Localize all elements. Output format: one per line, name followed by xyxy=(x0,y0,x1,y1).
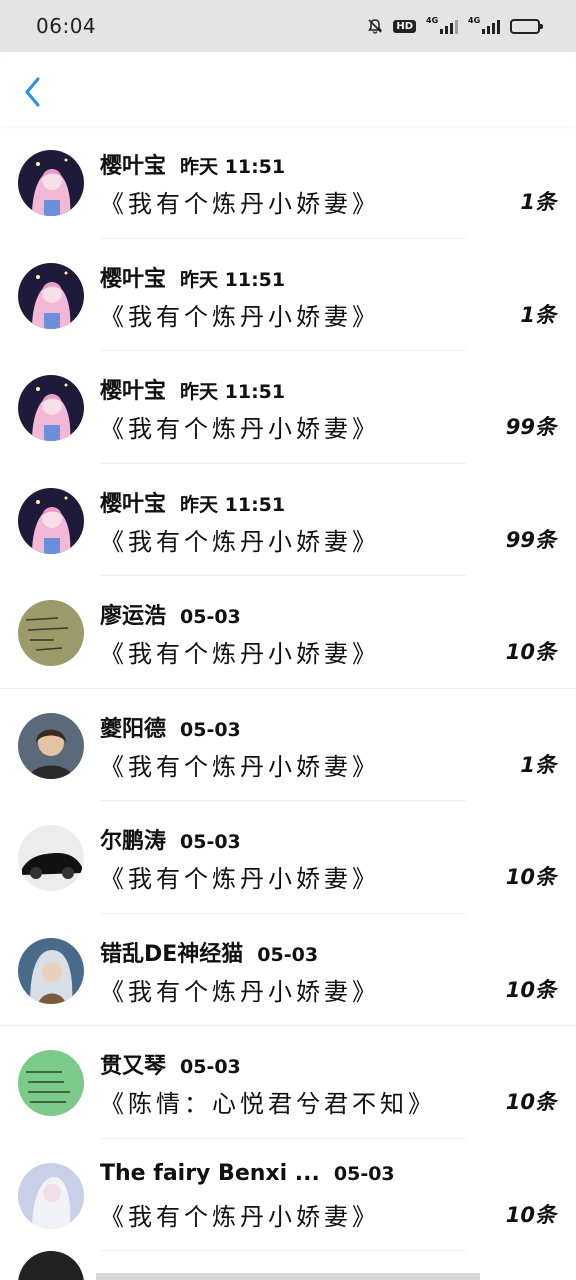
sender-name: 夔阳德 xyxy=(100,716,167,742)
item-header: 樱叶宝 昨天 11:51 xyxy=(100,373,285,405)
message-time: 昨天 11:51 xyxy=(180,493,286,516)
message-preview: 《陈情：心悦君兮君不知》 xyxy=(100,1090,436,1118)
item-header: 错乱DE神经猫 05-03 xyxy=(100,936,318,968)
message-time: 05-03 xyxy=(180,831,241,853)
status-time: 06:04 xyxy=(36,14,97,38)
avatar[interactable] xyxy=(18,825,84,891)
item-header: The fairy Benxi ... 05-03 xyxy=(100,1161,395,1186)
list-item[interactable]: 樱叶宝 昨天 11:51 《我有个炼丹小娇妻》 1条 xyxy=(0,126,576,239)
message-time: 05-03 xyxy=(180,1056,241,1078)
list-item[interactable]: 贯又琴 05-03 《陈情：心悦君兮君不知》 10条 xyxy=(0,1026,576,1139)
message-count: 1条 xyxy=(520,752,556,777)
avatar[interactable] xyxy=(18,150,84,216)
mute-bell-icon xyxy=(367,18,383,34)
list-item[interactable]: 樱叶宝 昨天 11:51 《我有个炼丹小娇妻》 99条 xyxy=(0,464,576,576)
message-preview: 《我有个炼丹小娇妻》 xyxy=(100,527,380,556)
sender-name: 樱叶宝 xyxy=(100,491,167,517)
message-preview: 《我有个炼丹小娇妻》 xyxy=(100,640,380,668)
sender-name: 樱叶宝 xyxy=(100,154,167,179)
hd-voice-icon: HD xyxy=(393,19,416,33)
list-item[interactable]: 樱叶宝 昨天 11:51 《我有个炼丹小娇妻》 99条 xyxy=(0,351,576,464)
sender-name: 樱叶宝 xyxy=(100,379,167,404)
item-header: 廖运浩 05-03 xyxy=(100,598,241,630)
list-item[interactable]: The fairy Benxi ... 05-03 《我有个炼丹小娇妻》 10条 xyxy=(0,1139,576,1251)
message-time: 05-03 xyxy=(180,718,241,741)
chevron-left-icon xyxy=(25,77,40,107)
message-time: 05-03 xyxy=(257,943,319,966)
back-button[interactable] xyxy=(18,72,48,112)
message-count: 10条 xyxy=(505,865,556,889)
message-time: 05-03 xyxy=(333,1162,395,1185)
sender-name: 廖运浩 xyxy=(100,604,167,629)
message-count: 99条 xyxy=(505,527,556,552)
message-list: 樱叶宝 昨天 11:51 《我有个炼丹小娇妻》 1条 樱叶宝 昨天 11:51 … xyxy=(0,126,576,1251)
message-count: 10条 xyxy=(505,1202,556,1227)
signal-label-2: 4G xyxy=(468,16,481,25)
avatar[interactable] xyxy=(18,1050,84,1116)
message-preview: 《我有个炼丹小娇妻》 xyxy=(100,977,380,1006)
message-count: 1条 xyxy=(520,190,556,214)
battery-icon xyxy=(510,18,543,34)
message-preview: 《我有个炼丹小娇妻》 xyxy=(100,752,380,781)
message-preview: 《我有个炼丹小娇妻》 xyxy=(100,302,380,331)
message-time: 昨天 11:51 xyxy=(180,268,286,291)
signal-label-1: 4G xyxy=(426,16,439,25)
message-time: 昨天 11:51 xyxy=(180,381,286,403)
avatar[interactable] xyxy=(18,712,84,779)
avatar[interactable] xyxy=(18,375,84,441)
list-item[interactable]: 樱叶宝 昨天 11:51 《我有个炼丹小娇妻》 1条 xyxy=(0,239,576,351)
sender-name: 尔鹏涛 xyxy=(100,829,167,854)
list-item[interactable]: 错乱DE神经猫 05-03 《我有个炼丹小娇妻》 10条 xyxy=(0,914,576,1026)
message-preview: 《我有个炼丹小娇妻》 xyxy=(100,415,380,443)
item-header: 樱叶宝 昨天 11:51 xyxy=(100,148,285,180)
list-item[interactable]: 夔阳德 05-03 《我有个炼丹小娇妻》 1条 xyxy=(0,689,576,801)
status-icons: HD 4G 4G xyxy=(367,16,543,34)
message-count: 10条 xyxy=(505,640,556,664)
signal-icon-1: 4G xyxy=(426,16,458,34)
message-count: 99条 xyxy=(505,415,556,439)
message-preview: 《我有个炼丹小娇妻》 xyxy=(100,865,380,893)
message-time: 05-03 xyxy=(180,606,241,628)
list-item[interactable]: 尔鹏涛 05-03 《我有个炼丹小娇妻》 10条 xyxy=(0,801,576,914)
sender-name: The fairy Benxi ... xyxy=(100,1160,320,1186)
sender-name: 错乱DE神经猫 xyxy=(100,941,244,967)
item-header: 尔鹏涛 05-03 xyxy=(100,823,241,855)
item-header: 樱叶宝 昨天 11:51 xyxy=(100,486,285,518)
status-bar: 06:04 HD 4G 4G xyxy=(0,0,576,52)
sender-name: 樱叶宝 xyxy=(100,266,167,292)
signal-icon-2: 4G xyxy=(468,16,500,34)
message-count: 10条 xyxy=(505,1090,556,1114)
next-list-item-partial xyxy=(0,1251,576,1280)
item-header: 夔阳德 05-03 xyxy=(100,711,241,743)
message-preview: 《我有个炼丹小娇妻》 xyxy=(100,1202,380,1231)
message-count: 1条 xyxy=(520,302,556,327)
avatar[interactable] xyxy=(18,262,84,329)
message-preview: 《我有个炼丹小娇妻》 xyxy=(100,190,380,218)
sender-name: 贯又琴 xyxy=(100,1054,167,1079)
avatar[interactable] xyxy=(18,487,84,554)
avatar[interactable] xyxy=(18,937,84,1004)
item-header: 樱叶宝 昨天 11:51 xyxy=(100,261,285,293)
avatar[interactable] xyxy=(18,600,84,666)
message-time: 昨天 11:51 xyxy=(180,156,286,178)
item-header: 贯又琴 05-03 xyxy=(100,1048,241,1080)
avatar[interactable] xyxy=(18,1162,84,1229)
list-item[interactable]: 廖运浩 05-03 《我有个炼丹小娇妻》 10条 xyxy=(0,576,576,689)
top-nav-bar xyxy=(0,52,576,126)
message-count: 10条 xyxy=(505,977,556,1002)
